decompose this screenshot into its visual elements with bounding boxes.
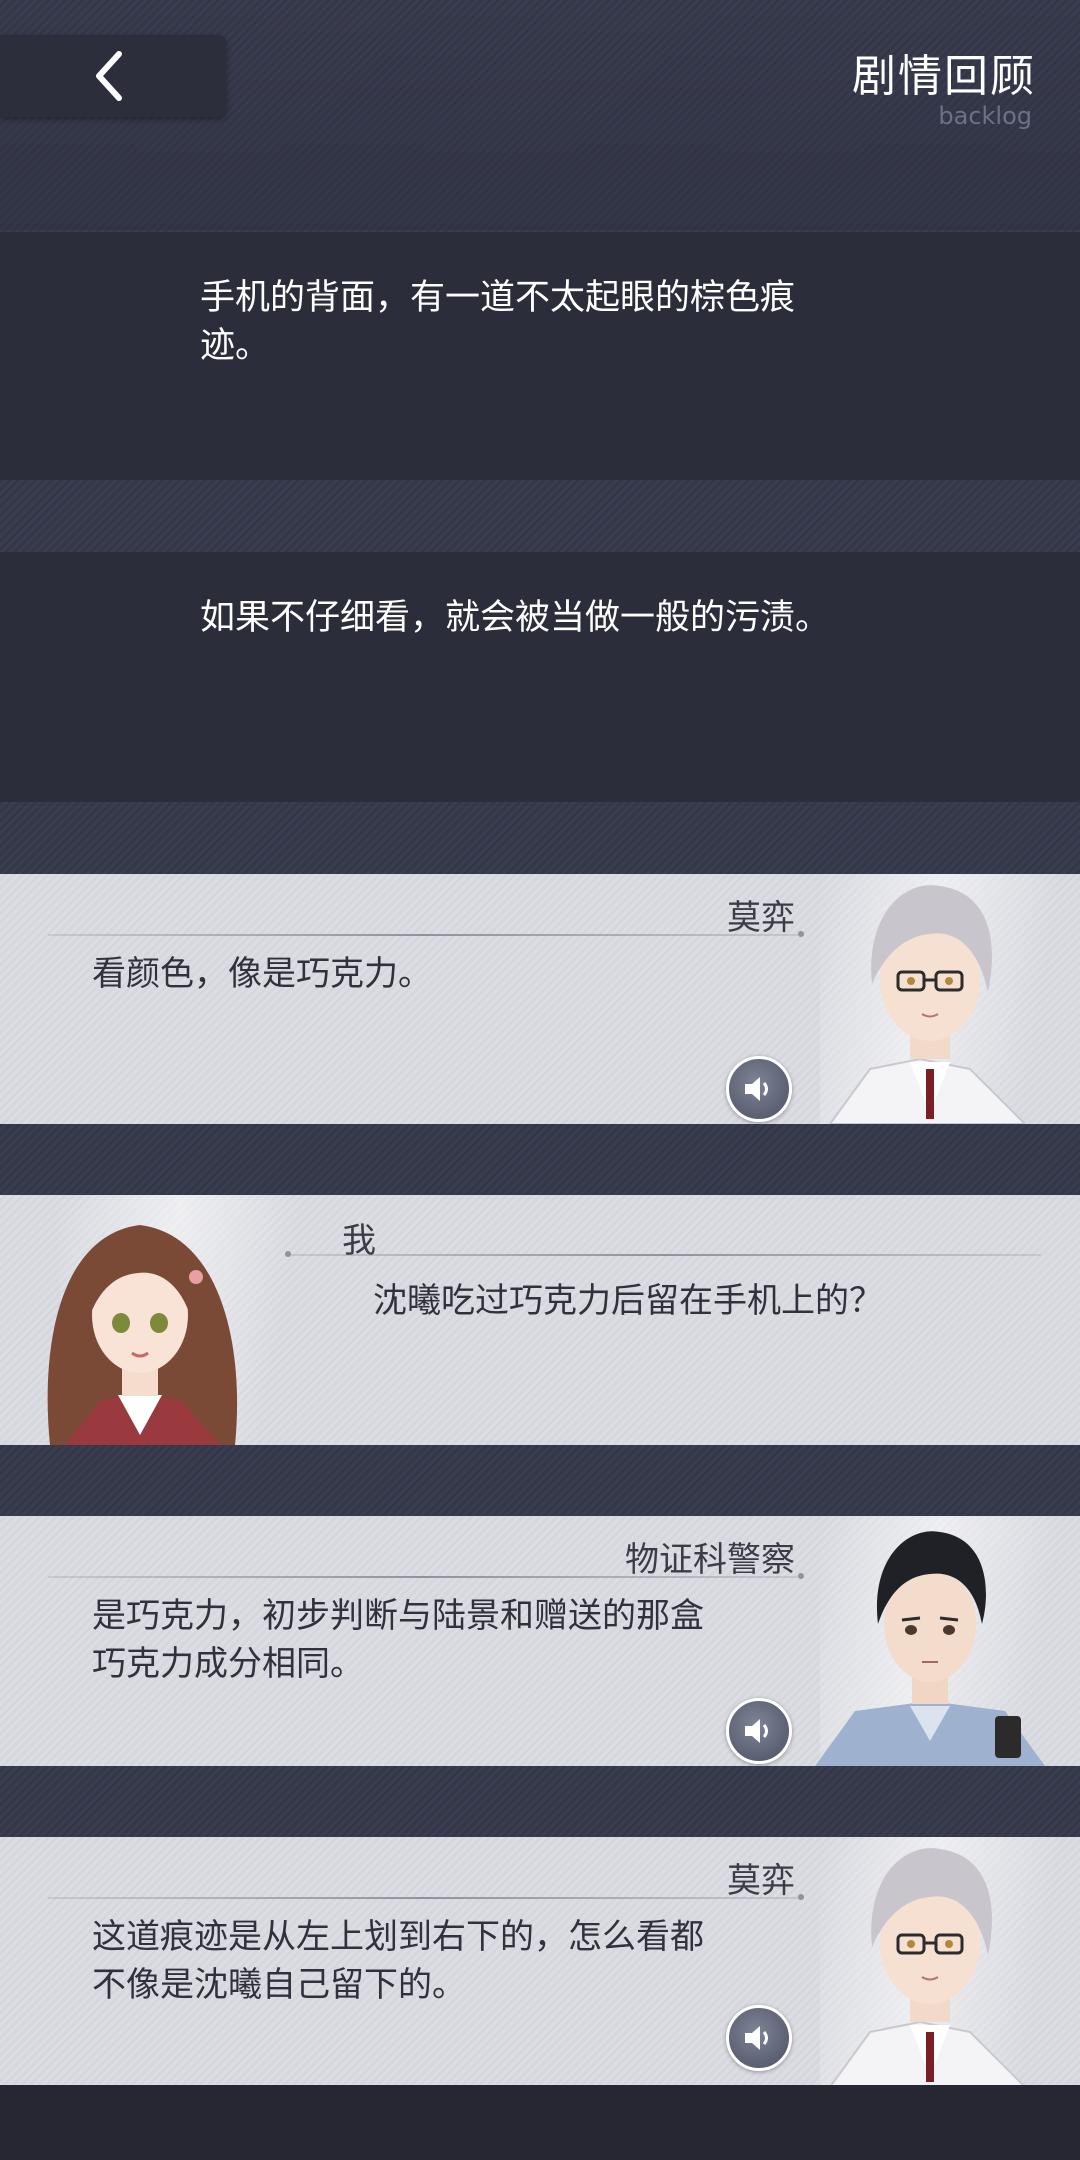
voice-replay-button[interactable] <box>726 2005 792 2071</box>
narration-line: 如果不仔细看，就会被当做一般的污渍。 <box>200 598 831 638</box>
character-portrait-protagonist <box>47 1225 238 1445</box>
log-entry-dialogue: 莫弈 这道痕迹是从左上划到右下的，怎么看都 不像是沈曦自己留下的。 <box>0 1837 1080 2087</box>
dialogue-line: 巧克力成分相同。 <box>92 1644 364 1684</box>
dialogue-text: 是巧克力，初步判断与陆景和赠送的那盒 巧克力成分相同。 <box>92 1592 704 1688</box>
speaker-name: 莫弈 <box>727 1861 795 1901</box>
page-title-block: 剧情回顾 backlog <box>852 40 1036 130</box>
speaker-divider <box>48 1573 804 1579</box>
log-entry-dialogue: 我 沈曦吃过巧克力后留在手机上的？ <box>0 1195 1080 1445</box>
dialogue-text: 看颜色，像是巧克力。 <box>92 950 432 998</box>
dialogue-text: 这道痕迹是从左上划到右下的，怎么看都 不像是沈曦自己留下的。 <box>92 1913 704 2009</box>
speaker-name: 物证科警察 <box>625 1540 795 1580</box>
narration-text: 如果不仔细看，就会被当做一般的污渍。 <box>200 594 880 642</box>
dialogue-line: 不像是沈曦自己留下的。 <box>92 1965 466 2005</box>
bottom-strip <box>0 2085 1080 2160</box>
back-button[interactable] <box>0 35 226 117</box>
dialogue-line: 沈曦吃过巧克力后留在手机上的？ <box>373 1281 883 1321</box>
voice-replay-button[interactable] <box>726 1698 792 1764</box>
speaker-icon <box>745 1077 768 1101</box>
page-title: 剧情回顾 <box>852 51 1036 102</box>
speaker-icon <box>745 2026 768 2050</box>
dialogue-line: 看颜色，像是巧克力。 <box>92 954 432 994</box>
dialogue-line: 是巧克力，初步判断与陆景和赠送的那盒 <box>92 1596 704 1636</box>
narration-line: 手机的背面，有一道不太起眼的棕色痕 <box>200 278 796 318</box>
log-entry-narration: 如果不仔细看，就会被当做一般的污渍。 <box>0 552 1080 802</box>
character-portrait-police-officer <box>815 1531 1045 1766</box>
log-entry-narration: 手机的背面，有一道不太起眼的棕色痕 迹。 <box>0 232 1080 480</box>
character-portrait-mo-yi <box>828 1848 1027 2087</box>
speaker-divider <box>48 931 804 937</box>
speaker-divider <box>48 1894 804 1900</box>
speaker-divider <box>285 1251 1041 1257</box>
page-subtitle: backlog <box>938 102 1032 130</box>
chevron-left-icon <box>96 51 122 101</box>
speaker-icon <box>745 1719 768 1743</box>
narration-text: 手机的背面，有一道不太起眼的棕色痕 迹。 <box>200 274 880 370</box>
character-portrait-mo-yi <box>828 885 1027 1124</box>
voice-replay-button[interactable] <box>726 1056 792 1122</box>
dialogue-line: 这道痕迹是从左上划到右下的，怎么看都 <box>92 1917 704 1957</box>
log-entry-dialogue: 莫弈 看颜色，像是巧克力。 <box>0 874 1080 1124</box>
narration-line: 迹。 <box>200 326 271 366</box>
speaker-name: 莫弈 <box>727 898 795 938</box>
dialogue-text: 沈曦吃过巧克力后留在手机上的？ <box>373 1277 883 1325</box>
log-entry-dialogue: 物证科警察 是巧克力，初步判断与陆景和赠送的那盒 巧克力成分相同。 <box>0 1516 1080 1766</box>
